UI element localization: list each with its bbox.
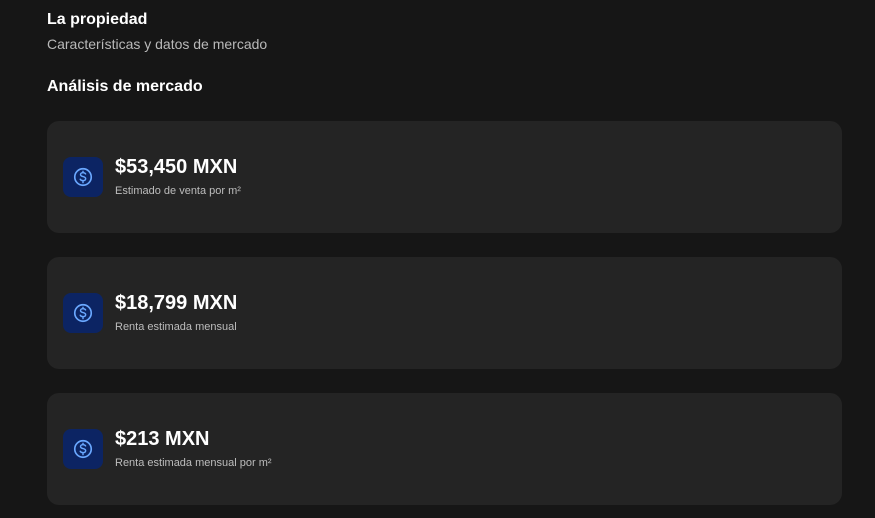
market-card-sale-per-m2: $53,450 MXN Estimado de venta por m² <box>47 121 842 233</box>
section-subtitle: Características y datos de mercado <box>47 36 268 52</box>
dollar-coin-icon <box>63 429 103 469</box>
market-card-value: $53,450 MXN <box>115 156 238 178</box>
market-card-value: $213 MXN <box>115 428 210 450</box>
dollar-coin-icon <box>63 157 103 197</box>
dollar-coin-icon <box>63 293 103 333</box>
market-card-label: Renta estimada mensual <box>115 321 237 333</box>
market-card-monthly-rent: $18,799 MXN Renta estimada mensual <box>47 257 842 369</box>
market-card-monthly-rent-per-m2: $213 MXN Renta estimada mensual por m² <box>47 393 842 505</box>
market-card-label: Renta estimada mensual por m² <box>115 457 272 469</box>
section-title: La propiedad <box>47 11 148 28</box>
market-card-label: Estimado de venta por m² <box>115 185 241 197</box>
market-card-value: $18,799 MXN <box>115 292 238 314</box>
market-analysis-title: Análisis de mercado <box>47 78 203 95</box>
property-panel: La propiedad Características y datos de … <box>0 0 875 518</box>
